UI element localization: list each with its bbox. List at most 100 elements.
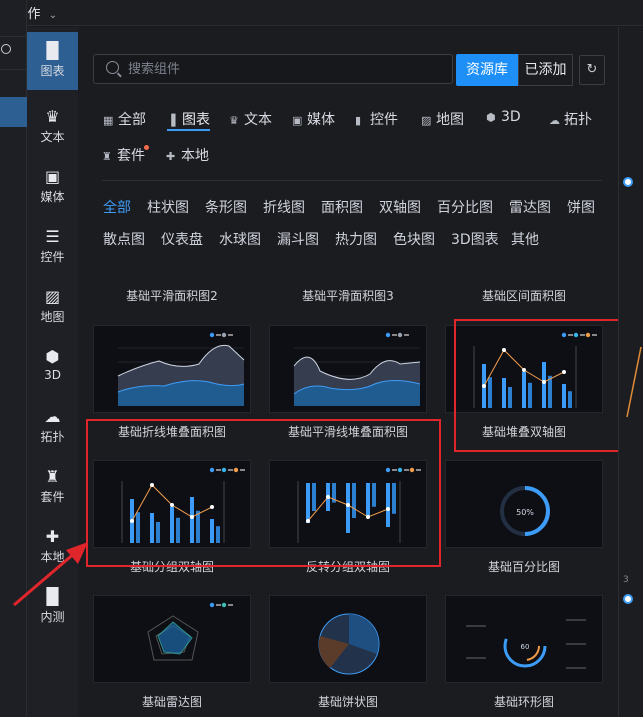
chevron-down-icon: ⌄ [48,10,58,21]
category-tab-6[interactable]: ⬢ 3D [486,109,521,125]
crown-icon: ♛ [229,114,239,127]
legend-marker [209,332,215,338]
search-input[interactable] [128,60,428,78]
canvas-line [626,346,642,418]
library-button[interactable]: 资源库 [456,54,518,86]
new-badge [144,145,149,150]
subcategory-8[interactable]: 饼图 [567,197,595,217]
subcategory-4[interactable]: 面积图 [321,197,363,217]
outline-search[interactable] [0,36,27,70]
component-thumbnail[interactable] [93,325,251,413]
search-icon [106,61,119,74]
component-sidebar: ▐▌ 图表 ♛ 文本 ▣ 媒体 ☰ 控件 ▨ 地图 ⬢ 3D ☁ 拓扑 ♜ 套件 ✚ 本地 ▐▌ 内测 [27,27,78,717]
subcategory-2[interactable]: 条形图 [205,197,247,217]
category-tab-7[interactable]: ☁ 拓扑 [549,109,592,129]
kit-icon: ♜ [102,150,112,163]
subcategory-0[interactable]: 全部 [103,197,131,217]
category-tab-2[interactable]: ♛ 文本 [229,109,272,129]
subcategory-15[interactable]: 3D图表 [451,229,499,249]
subcategory-7[interactable]: 雷达图 [509,197,551,217]
category-tab-4[interactable]: ▮ 控件 [355,109,398,129]
subcategory-3[interactable]: 折线图 [263,197,305,217]
radar-series [157,621,193,655]
category-tab-5[interactable]: ▨ 地图 [421,109,464,129]
sidebar-item-5[interactable]: ⬢ 3D [27,338,78,396]
component-thumbnail[interactable] [93,595,251,683]
canvas-tick-label: 3 [623,575,629,585]
component-thumbnail[interactable]: 60 [445,595,603,683]
subcategory-10[interactable]: 仪表盘 [161,229,203,249]
subcategory-1[interactable]: 柱状图 [147,197,189,217]
category-label: 本地 [181,148,209,164]
category-label: 全部 [118,112,146,128]
sidebar-item-1[interactable]: ♛ 文本 [27,98,78,156]
category-label: 拓扑 [564,112,592,128]
category-label: 地图 [436,112,464,128]
control-icon: ▮ [355,114,362,127]
subcategory-13[interactable]: 热力图 [335,229,377,249]
sidebar-item-4[interactable]: ▨ 地图 [27,278,78,336]
cloud-icon: ☁ [44,407,61,426]
legend-marker [209,602,215,608]
component-title: 基础区间面积图 [481,289,566,303]
category-label: 套件 [117,148,145,164]
percent-label: 50% [516,508,534,517]
subcategory-6[interactable]: 百分比图 [437,197,493,217]
category-tab-9[interactable]: ✚ 本地 [166,145,209,165]
search-icon [1,44,11,54]
category-label: 文本 [244,112,272,128]
canvas-edge: 3 [618,27,643,717]
component-thumbnail[interactable] [269,325,427,413]
component-title: 基础环形图 [493,695,554,709]
grid-icon: ▦ [103,114,114,127]
legend-text [216,604,221,606]
subcategory-9[interactable]: 散点图 [103,229,145,249]
category-tab-8[interactable]: ♜ 套件 [102,145,149,165]
sidebar-item-6[interactable]: ☁ 拓扑 [27,398,78,456]
resize-handle[interactable] [623,177,633,187]
camera-icon: ▣ [44,167,61,186]
category-tab-1[interactable]: ▐ 图表 [167,109,210,131]
category-label: 控件 [370,112,398,128]
subcategory-5[interactable]: 双轴图 [379,197,421,217]
subcategory-11[interactable]: 水球图 [219,229,261,249]
component-panel: 资源库 已添加 ↻ ▦ 全部 ▐ 图表 ♛ 文本 ▣ 媒体 ▮ 控件 ▨ 地图 ⬢ 3D ☁ 拓扑 ♜ 套件 ✚ 本地… [78,27,620,717]
sidebar-item-7[interactable]: ♜ 套件 [27,458,78,516]
subcategory-12[interactable]: 漏斗图 [277,229,319,249]
outline-selected-row[interactable] [0,97,27,127]
top-bar: ▤ 操作 ⌄ [0,0,643,26]
annotation-arrow [13,542,88,607]
sidebar-item-label: 内测 [40,610,65,624]
sidebar-item-0[interactable]: ▐▌ 图表 [27,32,78,90]
divider [102,180,602,181]
cloud-icon: ☁ [549,114,560,127]
list-icon: ☰ [45,227,60,246]
sidebar-item-label: 文本 [40,130,65,144]
legend-text [392,334,397,336]
bar-chart-icon: ▐▌ [40,41,65,60]
search-box[interactable] [93,54,453,84]
cube-icon: ⬢ [486,111,496,124]
component-thumbnail[interactable] [269,595,427,683]
category-label: 媒体 [307,112,335,128]
map-icon: ▨ [421,114,432,127]
component-title: 基础平滑面积图3 [302,289,394,303]
subcategory-16[interactable]: 其他 [511,229,539,249]
refresh-icon[interactable]: ↻ [579,55,605,85]
shirt-icon: ♜ [45,467,60,486]
highlight-box [454,319,620,452]
added-button[interactable]: 已添加 [518,54,573,86]
map-icon: ▨ [44,287,61,306]
category-tab-0[interactable]: ▦ 全部 [103,109,146,129]
sidebar-item-2[interactable]: ▣ 媒体 [27,158,78,216]
resize-handle[interactable] [623,594,633,604]
sidebar-item-3[interactable]: ☰ 控件 [27,218,78,276]
sidebar-item-label: 控件 [40,250,65,264]
legend-marker [385,332,391,338]
category-label: 3D [501,109,521,125]
component-title: 基础雷达图 [141,695,202,709]
crown-text-icon: ♛ [45,107,60,126]
subcategory-14[interactable]: 色块图 [393,229,435,249]
component-thumbnail[interactable]: 50% [445,460,603,548]
category-tab-3[interactable]: ▣ 媒体 [292,109,335,129]
